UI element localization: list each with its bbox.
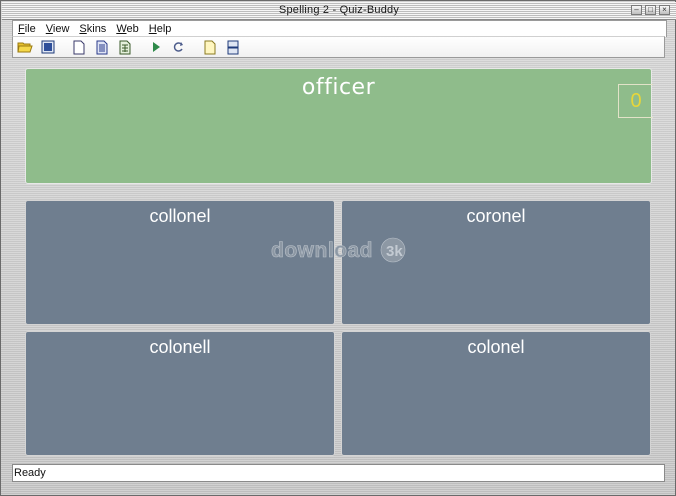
score-counter: 0: [618, 84, 653, 118]
close-button[interactable]: ×: [659, 5, 670, 15]
open-folder-icon: [17, 42, 33, 53]
menu-view[interactable]: View: [41, 23, 75, 35]
menu-web[interactable]: Web: [111, 23, 143, 35]
table-document-button[interactable]: [115, 38, 135, 56]
toolbar: [12, 36, 665, 58]
grid-document-icon: [96, 40, 108, 54]
split-view-button[interactable]: [223, 38, 243, 56]
menu-file[interactable]: File: [13, 23, 41, 35]
refresh-button[interactable]: [169, 38, 189, 56]
menu-skins[interactable]: Skins: [74, 23, 111, 35]
answer-option-3[interactable]: colonell: [25, 331, 335, 456]
table-document-icon: [119, 40, 131, 54]
title-bar[interactable]: Spelling 2 - Quiz-Buddy – □ ×: [2, 2, 676, 20]
play-button[interactable]: [146, 38, 166, 56]
window-controls: – □ ×: [631, 5, 670, 15]
window-title: Spelling 2 - Quiz-Buddy: [278, 4, 400, 16]
answer-label: collonel: [149, 206, 211, 226]
split-view-icon: [227, 40, 239, 54]
app-window: Spelling 2 - Quiz-Buddy – □ × File View …: [0, 0, 676, 496]
window-icon: [41, 40, 55, 54]
answer-option-2[interactable]: coronel: [341, 200, 651, 325]
menu-bar: File View Skins Web Help: [12, 20, 667, 37]
menu-help[interactable]: Help: [144, 23, 177, 35]
note-document-icon: [204, 40, 216, 54]
question-panel: officer 0: [25, 68, 653, 184]
window-button[interactable]: [38, 38, 58, 56]
refresh-icon: [173, 42, 183, 52]
grid-document-button[interactable]: [92, 38, 112, 56]
maximize-button[interactable]: □: [645, 5, 656, 15]
answer-label: colonell: [149, 337, 211, 357]
answer-option-4[interactable]: colonel: [341, 331, 651, 456]
minimize-button[interactable]: –: [631, 5, 642, 15]
status-bar: Ready: [12, 464, 665, 482]
play-icon: [153, 42, 160, 52]
question-word: officer: [301, 75, 376, 100]
new-document-icon: [73, 40, 85, 54]
new-document-button[interactable]: [69, 38, 89, 56]
status-text: Ready: [14, 467, 46, 479]
open-folder-button[interactable]: [15, 38, 35, 56]
answer-option-1[interactable]: collonel: [25, 200, 335, 325]
answer-label: coronel: [466, 206, 526, 226]
note-document-button[interactable]: [200, 38, 220, 56]
answer-label: colonel: [467, 337, 525, 357]
